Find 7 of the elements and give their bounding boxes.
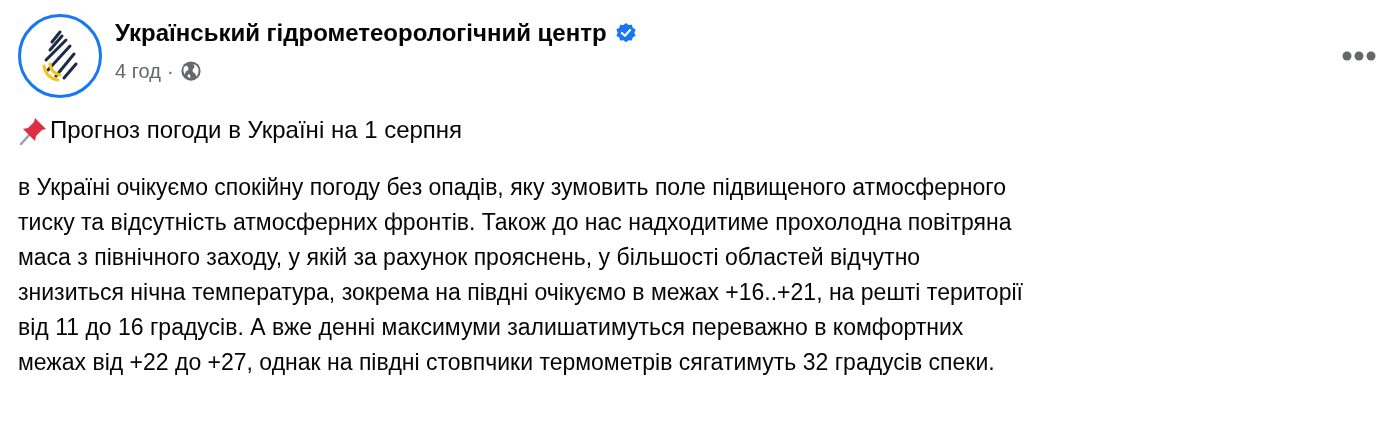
- more-icon: [1342, 51, 1376, 61]
- globe-icon: [179, 60, 202, 82]
- post-time[interactable]: 4 год: [115, 56, 161, 86]
- post-body: в Україні очікуємо спокійну погоду без опадів, яку зумовить поле підвищеного атмосферного тиску та відсутність атмосферних фронтів. Також до нас надходитиме прохолодна повітряна маса з північного заходу, у якій за рахунок прояснень, у більшості областей відчутно знизиться нічна температура, зокрема на півдні очікуємо в межах +16..+21, на решті території від 11 до 16 градусів. А вже денні максимуми залишатимуться переважно в комфортних межах від +22 до +27, однак на півдні стовпчики термометрів сягатимуть 32 градусів спеки.: [18, 173, 1024, 377]
- author-name[interactable]: Український гідрометеорологічний центр: [115, 18, 607, 48]
- separator-dot: ·: [166, 59, 174, 84]
- post-heading: Прогноз погоди в Україні на 1 серпня: [50, 115, 463, 145]
